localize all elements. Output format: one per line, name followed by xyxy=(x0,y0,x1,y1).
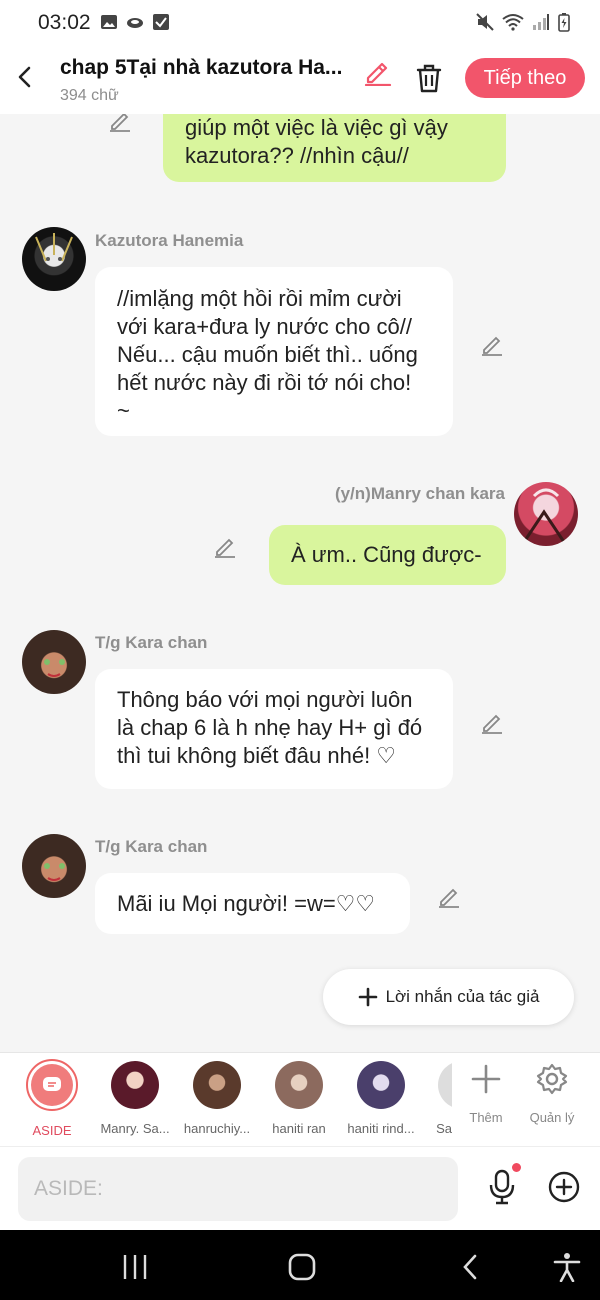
character-aside[interactable]: ASIDE xyxy=(12,1059,92,1138)
microphone-icon[interactable] xyxy=(486,1169,518,1205)
avatar-kazutora[interactable] xyxy=(22,227,86,291)
character-haniti-ran[interactable]: haniti ran xyxy=(259,1061,339,1136)
aside-avatar xyxy=(26,1059,78,1111)
status-right-icons xyxy=(476,12,570,32)
plus-icon xyxy=(471,1064,501,1094)
avatar-author[interactable] xyxy=(22,630,86,694)
message-text: À ưm.. Cũng được- xyxy=(291,542,482,567)
edit-message-icon[interactable] xyxy=(480,710,504,734)
author-note-label: Lời nhắn của tác giả xyxy=(385,987,540,1006)
sender-name: Kazutora Hanemia xyxy=(95,231,244,250)
character-label: haniti ran xyxy=(272,1121,326,1136)
character-haniti-rind[interactable]: haniti rind... xyxy=(341,1061,421,1136)
status-left-icons xyxy=(100,13,170,31)
character-avatar xyxy=(193,1061,241,1109)
character-label: haniti rind... xyxy=(347,1121,415,1136)
add-label: Thêm xyxy=(469,1110,503,1125)
character-avatar xyxy=(438,1061,452,1109)
system-nav-bar xyxy=(0,1230,600,1300)
character-avatar xyxy=(275,1061,323,1109)
mute-icon xyxy=(476,13,494,31)
chapter-title[interactable]: chap 5Tại nhà kazutora Ha... xyxy=(60,56,360,80)
gallery-icon xyxy=(101,15,117,29)
character-manry[interactable]: Manry. Sa... xyxy=(95,1061,175,1136)
manage-label: Quản lý xyxy=(529,1110,575,1125)
trash-icon[interactable] xyxy=(414,62,444,94)
character-label: Sa xyxy=(436,1121,452,1136)
message-text: giúp một việc là việc gì vậy kazutora?? … xyxy=(185,115,448,168)
cloud-icon xyxy=(127,18,143,28)
character-label: Manry. Sa... xyxy=(100,1121,170,1136)
character-avatar xyxy=(111,1061,159,1109)
next-chapter-button[interactable]: Tiếp theo xyxy=(465,58,585,98)
wifi-icon xyxy=(502,14,524,31)
word-count: 394 chữ xyxy=(60,87,119,104)
check-box-icon xyxy=(153,14,169,30)
recent-apps-icon[interactable] xyxy=(120,1252,150,1282)
character-bar: ASIDE Manry. Sa... hanruchiy... haniti r… xyxy=(0,1052,600,1146)
chat-area[interactable]: giúp một việc là việc gì vậy kazutora?? … xyxy=(0,114,600,1052)
speech-bubble-icon xyxy=(43,1077,61,1091)
back-icon[interactable] xyxy=(456,1252,486,1282)
character-portrait-icon xyxy=(44,863,65,881)
avatar-manry[interactable] xyxy=(514,482,578,546)
character-avatar xyxy=(357,1061,405,1109)
back-arrow-icon[interactable] xyxy=(12,62,38,92)
sender-name: T/g Kara chan xyxy=(95,633,208,652)
message-text: //imlặng một hồi rồi mỉm cười với kara+đ… xyxy=(117,286,418,423)
character-hanruchiy[interactable]: hanruchiy... xyxy=(177,1061,257,1136)
character-portrait-icon xyxy=(44,659,65,677)
message-text: Thông báo với mọi người luôn là chap 6 l… xyxy=(117,687,423,768)
add-character-button[interactable]: Thêm xyxy=(456,1063,516,1125)
notification-dot xyxy=(512,1163,521,1172)
avatar-author[interactable] xyxy=(22,834,86,898)
character-partial[interactable]: Sa xyxy=(422,1061,452,1136)
character-label: ASIDE xyxy=(32,1123,72,1138)
header: chap 5Tại nhà kazutora Ha... 394 chữ Tiế… xyxy=(0,46,600,114)
edit-message-icon[interactable] xyxy=(480,332,504,356)
plus-icon xyxy=(358,987,377,1007)
character-portrait-icon xyxy=(522,488,566,543)
manage-button[interactable]: Quản lý xyxy=(522,1063,582,1125)
message-bubble-me[interactable]: À ưm.. Cũng được- xyxy=(269,525,506,585)
message-bubble-other[interactable]: //imlặng một hồi rồi mỉm cười với kara+đ… xyxy=(95,267,453,436)
character-label: hanruchiy... xyxy=(183,1121,251,1136)
signal-icon xyxy=(533,14,549,30)
message-bubble-other[interactable]: Mãi iu Mọi người! =w=♡♡ xyxy=(95,873,410,934)
status-time: 03:02 xyxy=(38,11,91,34)
message-bubble-other[interactable]: Thông báo với mọi người luôn là chap 6 l… xyxy=(95,669,453,789)
edit-message-icon[interactable] xyxy=(108,114,132,132)
add-attachment-icon[interactable] xyxy=(548,1171,580,1203)
edit-title-icon[interactable] xyxy=(362,56,392,86)
character-portrait-icon xyxy=(35,233,73,262)
input-bar xyxy=(0,1146,600,1230)
message-input[interactable] xyxy=(18,1157,458,1221)
accessibility-icon[interactable] xyxy=(552,1252,582,1282)
sender-name: (y/n)Manry chan kara xyxy=(334,484,505,503)
message-text: Mãi iu Mọi người! =w=♡♡ xyxy=(117,891,376,916)
status-bar: 03:02 xyxy=(0,0,600,46)
edit-message-icon[interactable] xyxy=(213,534,237,558)
edit-message-icon[interactable] xyxy=(437,884,461,908)
message-bubble-me[interactable]: giúp một việc là việc gì vậy kazutora?? … xyxy=(163,114,506,182)
author-note-button[interactable]: Lời nhắn của tác giả xyxy=(323,969,574,1025)
home-icon[interactable] xyxy=(287,1252,317,1282)
gear-icon xyxy=(536,1063,568,1095)
sender-name: T/g Kara chan xyxy=(95,837,208,856)
battery-icon xyxy=(558,13,570,32)
